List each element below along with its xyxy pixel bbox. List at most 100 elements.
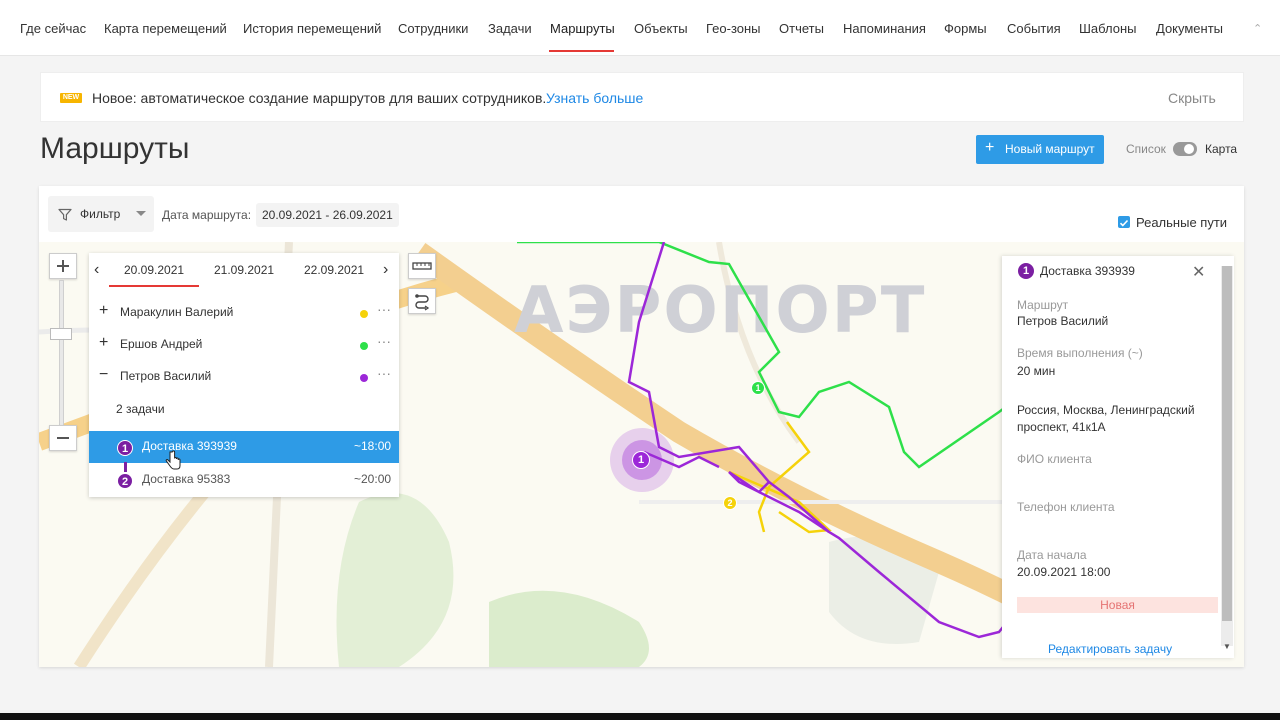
toggle-knob (1184, 144, 1194, 154)
announcement-banner: NEW Новое: автоматическое создание маршр… (40, 72, 1244, 122)
employee-row[interactable]: + Маракулин Валерий ··· (89, 298, 399, 326)
filter-label: Фильтр (80, 207, 121, 221)
top-navigation: Где сейчас Карта перемещений История пер… (0, 0, 1280, 56)
map-marker-green-1[interactable]: 1 (751, 381, 765, 395)
task-name: Доставка 393939 (142, 439, 237, 453)
more-options-icon[interactable]: ··· (377, 365, 391, 381)
zoom-slider-handle[interactable] (50, 328, 72, 340)
chevron-left-icon[interactable]: ‹ (94, 261, 99, 279)
ruler-icon (412, 262, 432, 270)
tasks-count: 2 задачи (116, 402, 165, 416)
nav-item-movement-map[interactable]: Карта перемещений (104, 21, 227, 36)
scrollbar-thumb[interactable] (1222, 266, 1232, 621)
task-number-badge: 2 (117, 473, 133, 489)
route-label: Маршрут (1017, 298, 1069, 312)
task-time: ~18:00 (354, 439, 392, 453)
nav-item-templates[interactable]: Шаблоны (1079, 21, 1137, 36)
chevron-up-icon[interactable]: ⌃ (1253, 22, 1262, 35)
zoom-slider-track[interactable] (59, 280, 64, 430)
window-bottom-edge (0, 713, 1280, 720)
detail-title: Доставка 393939 (1040, 264, 1135, 278)
check-icon (1119, 219, 1129, 227)
start-date-label: Дата начала (1017, 548, 1087, 562)
task-name: Доставка 95383 (142, 472, 231, 486)
task-time: ~20:00 (354, 472, 392, 486)
expand-icon[interactable]: + (99, 335, 108, 351)
hide-banner-button[interactable]: Скрыть (1168, 90, 1216, 106)
nav-item-events[interactable]: События (1007, 21, 1061, 36)
more-options-icon[interactable]: ··· (377, 333, 391, 349)
route-tool-button[interactable] (408, 288, 436, 314)
employee-name: Ершов Андрей (120, 337, 203, 351)
real-paths-label: Реальные пути (1136, 215, 1228, 230)
route-date-range-input[interactable]: 20.09.2021 - 26.09.2021 (256, 203, 399, 227)
caret-down-icon (136, 211, 146, 216)
nav-item-forms[interactable]: Формы (944, 21, 987, 36)
filter-icon (58, 208, 72, 221)
route-icon (415, 294, 430, 311)
nav-item-employees[interactable]: Сотрудники (398, 21, 468, 36)
tab-date-1[interactable]: 20.09.2021 (124, 263, 184, 277)
scroll-down-icon[interactable]: ▼ (1223, 642, 1231, 651)
map-marker-task-1[interactable]: 1 (632, 451, 650, 469)
view-toggle[interactable] (1173, 142, 1197, 156)
map-district-label: АЭРОПОРТ (514, 274, 926, 348)
view-map-label[interactable]: Карта (1205, 142, 1237, 156)
new-route-button[interactable]: + Новый маршрут (976, 135, 1104, 164)
nav-item-movement-history[interactable]: История перемещений (243, 21, 381, 36)
view-list-label[interactable]: Список (1126, 142, 1166, 156)
route-list-panel: ‹ 20.09.2021 21.09.2021 22.09.2021 › + М… (89, 253, 399, 497)
route-color-dot (360, 342, 368, 350)
employee-name: Петров Василий (120, 369, 212, 383)
nav-item-geozones[interactable]: Гео-зоны (706, 21, 761, 36)
route-color-dot (360, 310, 368, 318)
employee-row[interactable]: + Ершов Андрей ··· (89, 330, 399, 358)
edit-task-link[interactable]: Редактировать задачу (1048, 642, 1172, 656)
client-phone-label: Телефон клиента (1017, 500, 1115, 514)
tab-date-3[interactable]: 22.09.2021 (304, 263, 364, 277)
real-paths-checkbox[interactable] (1118, 216, 1130, 228)
zoom-out-button[interactable] (49, 425, 77, 451)
map-marker-yellow-2[interactable]: 2 (723, 496, 737, 510)
employee-name: Маракулин Валерий (120, 305, 234, 319)
new-route-label: Новый маршрут (1005, 142, 1095, 156)
nav-item-reminders[interactable]: Напоминания (843, 21, 926, 36)
nav-item-reports[interactable]: Отчеты (779, 21, 824, 36)
nav-item-documents[interactable]: Документы (1156, 21, 1223, 36)
expand-icon[interactable]: + (99, 303, 108, 319)
start-date-value: 20.09.2021 18:00 (1017, 565, 1111, 579)
nav-item-routes[interactable]: Маршруты (550, 21, 615, 36)
route-color-dot (360, 374, 368, 382)
filter-button[interactable]: Фильтр (48, 196, 154, 232)
employee-row[interactable]: − Петров Василий ··· (89, 362, 399, 390)
tab-date-2[interactable]: 21.09.2021 (214, 263, 274, 277)
zoom-in-button[interactable] (49, 253, 77, 279)
status-badge: Новая (1017, 597, 1218, 613)
nav-active-underline (549, 50, 614, 52)
collapse-icon[interactable]: − (99, 367, 108, 383)
banner-text: Новое: автоматическое создание маршрутов… (92, 90, 547, 106)
plus-icon: + (985, 139, 995, 156)
ruler-button[interactable] (408, 253, 436, 279)
nav-item-tasks[interactable]: Задачи (488, 21, 532, 36)
chevron-right-icon[interactable]: › (383, 261, 388, 279)
duration-value: 20 мин (1017, 364, 1056, 378)
task-number-badge: 1 (117, 440, 133, 456)
nav-item-objects[interactable]: Объекты (634, 21, 688, 36)
new-badge: NEW (60, 93, 82, 103)
task-row-selected[interactable]: 1 Доставка 393939 ~18:00 (89, 431, 399, 463)
route-value: Петров Василий (1017, 314, 1109, 328)
task-number-badge: 1 (1018, 263, 1034, 279)
filter-bar: Фильтр Дата маршрута: 20.09.2021 - 26.09… (39, 186, 1244, 242)
task-row[interactable]: 2 Доставка 95383 ~20:00 (89, 464, 399, 496)
task-detail-panel: 1 Доставка 393939 ✕ Маршрут Петров Васил… (1002, 256, 1234, 658)
learn-more-link[interactable]: Узнать больше (546, 90, 643, 106)
task-link-line (124, 462, 127, 472)
plus-icon-v (62, 260, 64, 272)
active-tab-underline (109, 285, 199, 287)
more-options-icon[interactable]: ··· (377, 301, 391, 317)
nav-item-where-now[interactable]: Где сейчас (20, 21, 86, 36)
duration-label: Время выполнения (~) (1017, 346, 1143, 360)
hand-cursor-icon (165, 450, 181, 470)
close-icon[interactable]: ✕ (1192, 262, 1205, 282)
